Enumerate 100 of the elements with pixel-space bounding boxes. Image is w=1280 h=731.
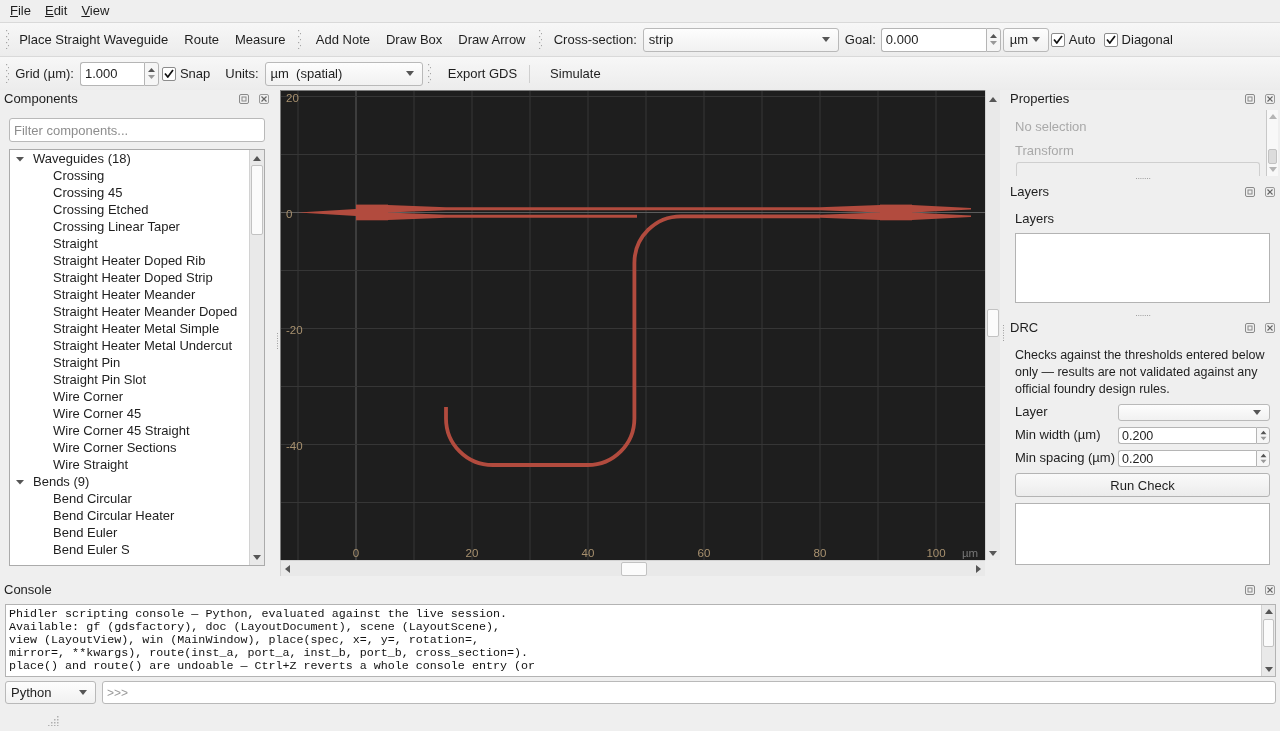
tree-item[interactable]: Straight Heater Doped Rib [53, 252, 206, 269]
tree-item[interactable]: Straight Heater Doped Strip [53, 269, 213, 286]
tree-item[interactable]: Wire Corner Sections [53, 439, 177, 456]
unit-dropdown[interactable]: µm [1002, 27, 1049, 52]
toolbar-button[interactable]: Draw Box [377, 26, 451, 53]
grip-icon[interactable] [538, 29, 542, 50]
toolbar-button[interactable]: Export GDS [439, 60, 526, 87]
float-icon[interactable] [239, 94, 249, 104]
toolbar-button[interactable]: Simulate [542, 60, 609, 87]
tree-item[interactable]: Straight Pin Slot [53, 371, 147, 388]
checkbox[interactable] [1050, 32, 1065, 47]
tree-item[interactable]: Crossing Linear Taper [53, 218, 180, 235]
scrollbar-thumb[interactable] [987, 308, 999, 337]
spin-buttons[interactable] [1256, 427, 1270, 444]
splitter-shape[interactable] [298, 204, 446, 221]
run-check-button[interactable]: Run Check [1015, 473, 1270, 497]
close-icon[interactable] [1265, 94, 1275, 104]
scroll-down-icon[interactable] [989, 550, 997, 556]
spin-buttons[interactable] [1256, 450, 1270, 467]
tree-item[interactable]: Crossing 45 [53, 184, 123, 201]
cross-section-dropdown[interactable]: strip [642, 27, 839, 52]
tree-item[interactable]: Bend Circular Heater [53, 507, 175, 524]
scrollbar[interactable] [1266, 110, 1278, 176]
expand-arrow-icon[interactable] [16, 154, 24, 163]
toolbar-button[interactable]: Measure [227, 26, 294, 53]
resize-handle-icon[interactable] [1136, 315, 1151, 316]
close-icon[interactable] [1265, 323, 1275, 333]
scrollbar-thumb[interactable] [1268, 149, 1277, 164]
scrollbar-thumb[interactable] [251, 165, 263, 235]
checkbox-label[interactable]: Snap [179, 66, 211, 81]
tree-item[interactable]: Wire Corner 45 Straight [53, 422, 190, 439]
splitter-shape[interactable] [820, 204, 971, 221]
tree-item[interactable]: Straight Heater Metal Undercut [53, 337, 233, 354]
resize-handle-icon[interactable] [277, 333, 278, 349]
tree-item[interactable]: Crossing [53, 167, 105, 184]
units-dropdown[interactable]: µm (spatial) [264, 61, 423, 86]
tree-item[interactable]: Crossing Etched [53, 201, 149, 218]
grip-icon[interactable] [297, 29, 301, 50]
tree-item[interactable]: Bend Circular [53, 490, 132, 507]
filter-field[interactable]: Filter components... [9, 118, 265, 142]
scrollbar[interactable] [1261, 605, 1275, 676]
scrollbar[interactable] [280, 560, 985, 576]
float-icon[interactable] [1245, 323, 1255, 333]
checkbox[interactable] [1103, 32, 1118, 47]
menu-item[interactable]: Edit [37, 2, 75, 20]
console-input[interactable]: >>> [102, 681, 1276, 704]
tree-item[interactable]: Wire Straight [53, 456, 129, 473]
scroll-down-icon[interactable] [1264, 667, 1273, 672]
grid-field[interactable]: 1.000 [79, 61, 144, 86]
waveguide-shape[interactable] [446, 207, 820, 211]
close-icon[interactable] [259, 94, 269, 104]
close-icon[interactable] [1265, 585, 1275, 595]
language-dropdown[interactable]: Python [5, 681, 96, 704]
scrollbar-thumb[interactable] [621, 561, 647, 576]
scrollbar-thumb[interactable] [1263, 619, 1274, 647]
float-icon[interactable] [1245, 585, 1255, 595]
toolbar-button[interactable]: Route [176, 26, 227, 53]
checkbox-label[interactable]: Diagonal [1121, 32, 1173, 47]
scroll-up-icon[interactable] [989, 96, 997, 102]
toolbar-button[interactable]: Draw Arrow [450, 26, 534, 53]
tree-item[interactable]: Straight [53, 235, 98, 252]
grip-icon[interactable] [6, 29, 10, 50]
scrollbar[interactable] [249, 150, 264, 565]
number-field[interactable]: 0.200 [1118, 450, 1256, 467]
float-icon[interactable] [1245, 187, 1255, 197]
tree-item[interactable]: Straight Heater Meander Doped [53, 303, 238, 320]
tree-item[interactable]: Straight Heater Metal Simple [53, 320, 220, 337]
scroll-up-icon[interactable] [1264, 609, 1273, 614]
scrollbar[interactable] [985, 90, 1000, 560]
layer-dropdown[interactable] [1118, 404, 1270, 421]
scroll-right-icon[interactable] [976, 564, 981, 573]
checkbox[interactable] [161, 66, 176, 81]
resize-handle-icon[interactable] [1003, 325, 1004, 341]
tree-item[interactable]: Bend Euler S [53, 541, 130, 558]
layout-canvas[interactable]: 20 0 -20 -40 0 20 40 60 80 100 µm [280, 90, 985, 560]
menu-item[interactable]: File [3, 2, 38, 20]
scroll-left-icon[interactable] [285, 564, 290, 573]
number-field[interactable]: 0.200 [1118, 427, 1256, 444]
resize-grip-icon[interactable] [48, 715, 59, 727]
float-icon[interactable] [1245, 94, 1255, 104]
tree-item[interactable]: Wire Corner 45 [53, 405, 142, 422]
tree-item[interactable]: Straight Pin [53, 354, 121, 371]
menu-item[interactable]: View [74, 2, 117, 20]
tree-category[interactable]: Bends (9) [16, 473, 90, 490]
toolbar-button[interactable]: Add Note [307, 26, 378, 53]
tree-category[interactable]: Waveguides (18) [16, 150, 131, 167]
close-icon[interactable] [1265, 187, 1275, 197]
route-waveguide-shape[interactable] [444, 214, 820, 467]
grip-icon[interactable] [427, 63, 431, 84]
scroll-up-icon[interactable] [253, 155, 261, 161]
tree-item[interactable]: Bend Euler [53, 524, 118, 541]
toolbar-button[interactable]: Place Straight Waveguide [11, 26, 177, 53]
waveguide-shape[interactable] [446, 214, 637, 218]
goal-field[interactable]: 0.000 [880, 27, 986, 52]
checkbox-label[interactable]: Auto [1068, 32, 1096, 47]
grip-icon[interactable] [6, 63, 10, 84]
resize-handle-icon[interactable] [1136, 178, 1151, 179]
expand-arrow-icon[interactable] [16, 477, 24, 486]
scroll-down-icon[interactable] [253, 555, 261, 560]
tree-item[interactable]: Wire Corner [53, 388, 124, 405]
